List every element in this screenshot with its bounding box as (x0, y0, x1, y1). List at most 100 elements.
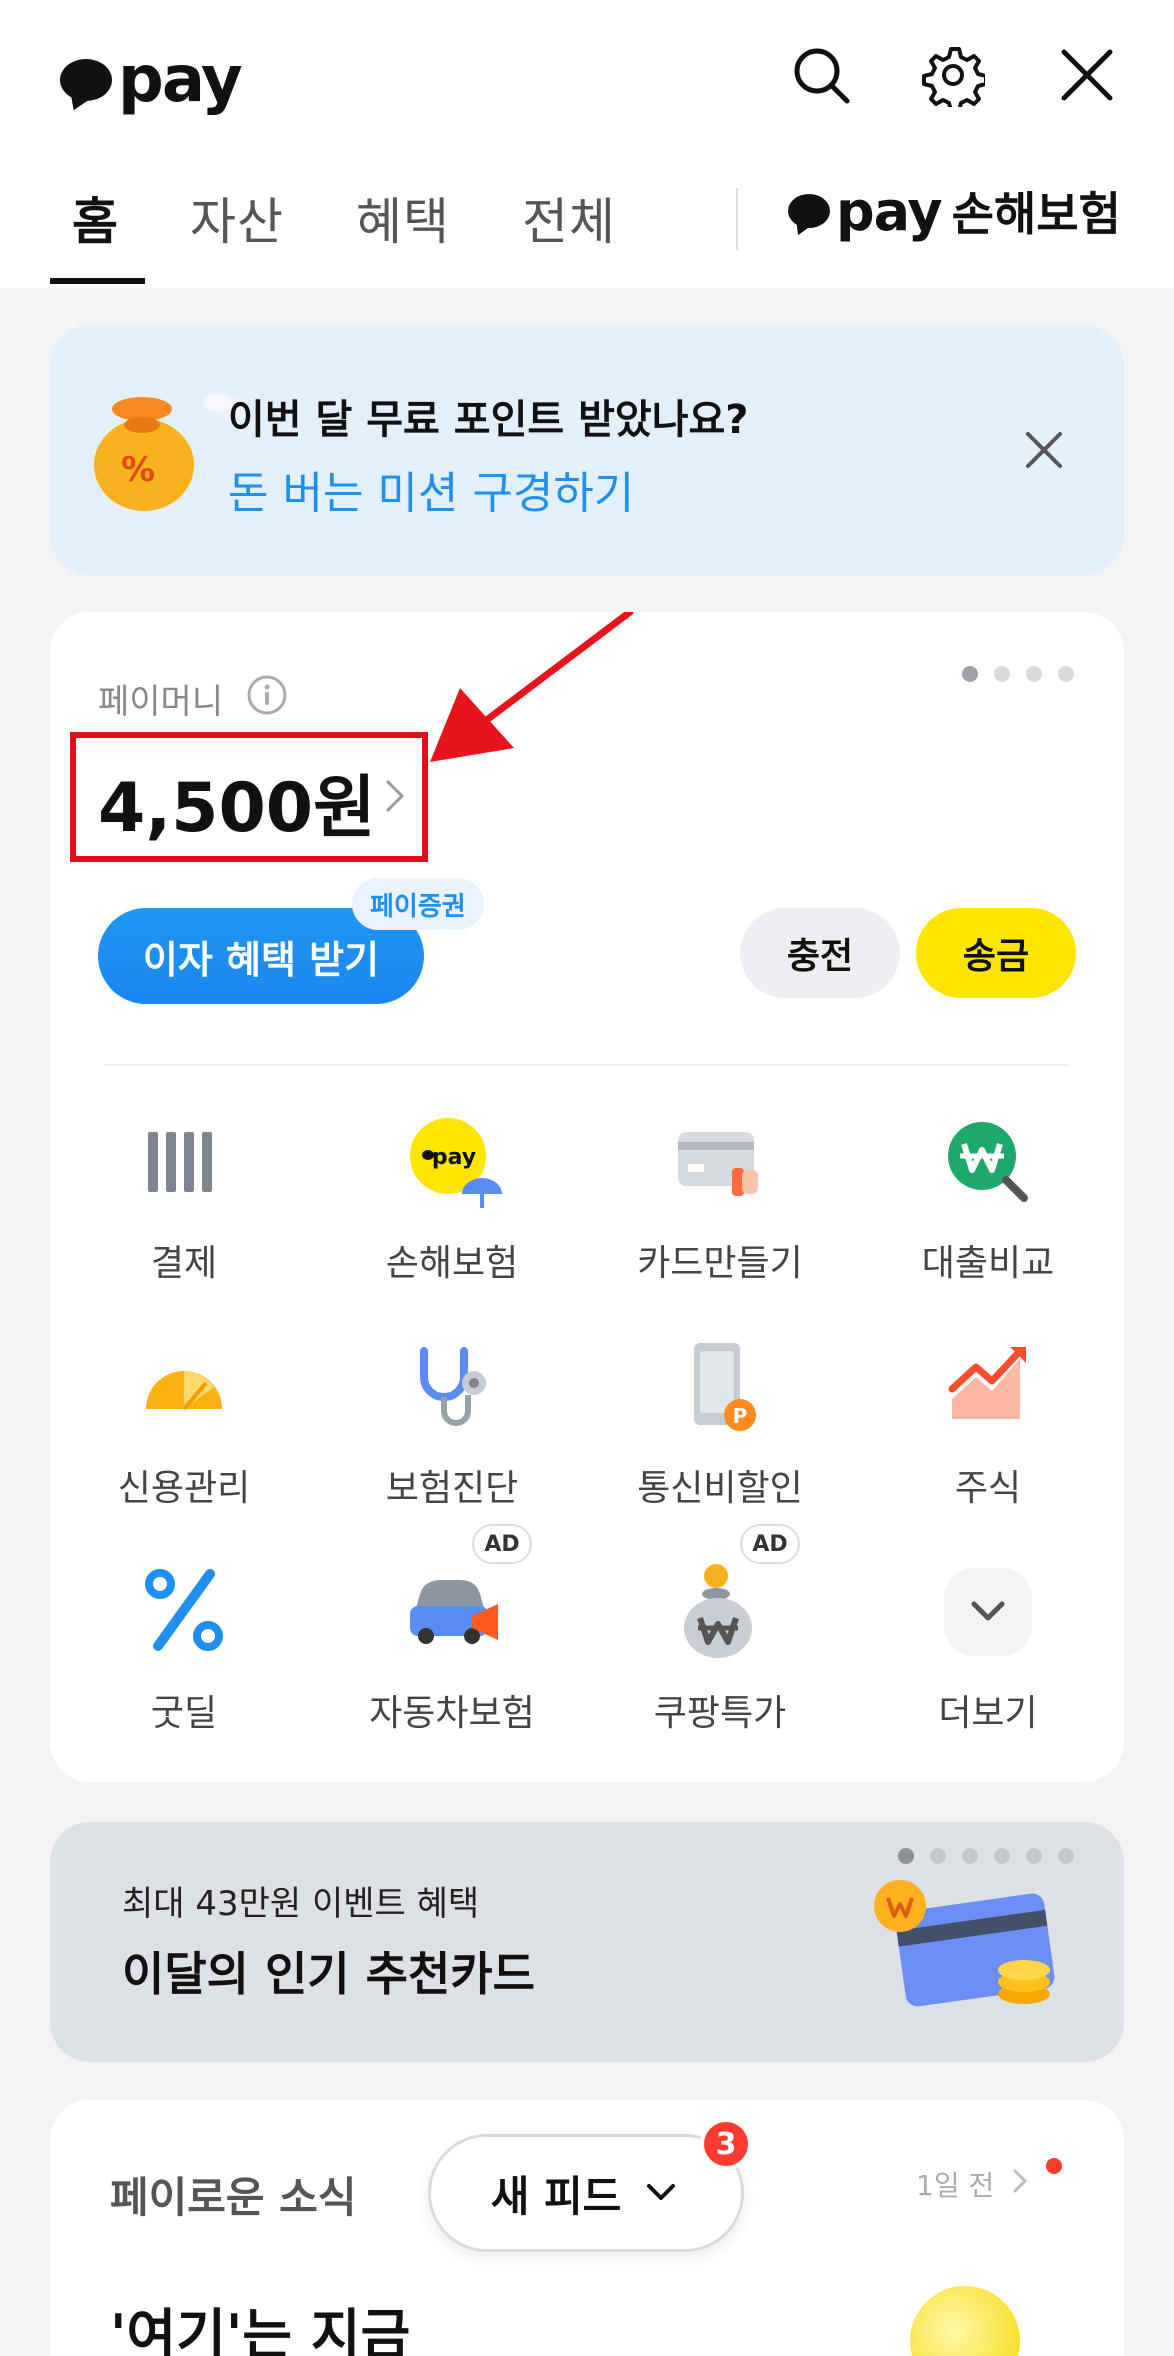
news-timestamp: 1일 전 (916, 2169, 995, 2202)
barcode-icon (148, 1132, 212, 1192)
page-dot[interactable] (994, 666, 1010, 682)
card-promo-banner[interactable]: 최대 43만원 이벤트 혜택 이달의 인기 추천카드 (50, 1822, 1124, 2062)
credit-card-illustration (874, 1880, 1055, 2007)
app-header: pay 홈 자산 혜택 전체 pay 손해보험 (0, 0, 1174, 288)
tab-divider (736, 188, 738, 250)
money-bag-icon: % (94, 394, 248, 511)
tab-assets[interactable]: 자산 (190, 182, 284, 254)
credit-gauge-icon (146, 1371, 222, 1411)
chevron-right-icon[interactable] (1010, 2166, 1030, 2196)
service-insurance-check[interactable]: 보험진단 (318, 1337, 586, 1537)
card-page-dots (962, 666, 1074, 682)
promo-subtitle: 최대 43만원 이벤트 혜택 (122, 1884, 480, 1924)
service-label: 보험진단 (385, 1468, 519, 1509)
new-feed-label: 새 피드 (490, 2171, 622, 2221)
speech-bubble-icon (60, 59, 112, 101)
mission-banner[interactable]: % 이번 달 무료 포인트 받았나요? 돈 버는 미션 구경하기 (50, 325, 1124, 575)
close-icon[interactable] (1052, 40, 1122, 110)
insurance-link-label: 손해보험 (951, 187, 1121, 241)
chevron-down-icon (944, 1568, 1032, 1656)
search-icon[interactable] (786, 40, 856, 110)
service-payment[interactable]: 결제 (50, 1112, 318, 1312)
red-arrow-annotation (430, 612, 634, 762)
charge-button[interactable]: 충전 (740, 908, 900, 998)
news-section-title: 페이로운 소식 (110, 2173, 357, 2222)
logo-text: pay (118, 43, 243, 117)
service-more[interactable]: 더보기 (854, 1562, 1122, 1762)
service-label: 신용관리 (117, 1468, 251, 1509)
unread-dot (1046, 2158, 1062, 2174)
kakaopay-logo[interactable]: pay (60, 40, 243, 120)
tab-home[interactable]: 홈 (72, 182, 119, 254)
service-coupang-deal[interactable]: 쿠팡특가 (586, 1562, 854, 1762)
chevron-down-icon (647, 2184, 676, 2200)
promo-title: 이달의 인기 추천카드 (122, 1947, 535, 2001)
page-dot[interactable] (994, 1848, 1010, 1864)
service-make-card[interactable]: 카드만들기 (586, 1112, 854, 1312)
service-label: 손해보험 (385, 1243, 519, 1284)
speech-bubble-icon (788, 194, 830, 228)
page-dot[interactable] (962, 1848, 978, 1864)
service-stock[interactable]: 주식 (854, 1337, 1122, 1537)
paymoney-card: 페이머니 4,500원 이자 혜택 받기 페이증권 충전 송금 결제 pay 손… (50, 612, 1124, 1782)
car-insurance-icon (410, 1580, 498, 1644)
service-label: 자동차보험 (369, 1693, 535, 1734)
main-tabs: 홈 자산 혜택 전체 pay 손해보험 (0, 170, 1174, 288)
insurance-logo-text: pay (836, 179, 943, 243)
paymoney-balance[interactable]: 4,500원 (98, 752, 376, 851)
service-label: 더보기 (938, 1693, 1038, 1734)
banner-subtitle[interactable]: 돈 버는 미션 구경하기 (228, 457, 634, 521)
banner-title: 이번 달 무료 포인트 받았나요? (228, 397, 749, 443)
page-dot[interactable] (1026, 666, 1042, 682)
send-button[interactable]: 송금 (916, 908, 1076, 998)
stock-chart-icon (948, 1347, 1026, 1419)
chevron-right-icon[interactable] (380, 774, 410, 818)
stethoscope-icon (420, 1347, 486, 1426)
service-label: 쿠팡특가 (653, 1693, 787, 1734)
promo-page-dots (898, 1848, 1074, 1864)
phone-discount-icon: P (694, 1343, 756, 1431)
new-feed-button[interactable]: 새 피드 (428, 2134, 744, 2252)
page-dot[interactable] (1058, 1848, 1074, 1864)
coin-illustration (910, 2286, 1020, 2356)
service-insurance[interactable]: pay 손해보험 (318, 1112, 586, 1312)
loan-compare-icon (948, 1122, 1028, 1202)
tab-benefits[interactable]: 혜택 (356, 182, 450, 254)
divider (104, 1064, 1068, 1066)
service-good-deal[interactable]: 굿딜 (50, 1562, 318, 1762)
service-label: 결제 (150, 1243, 218, 1284)
service-label: 카드만들기 (637, 1243, 803, 1284)
active-tab-indicator (50, 278, 145, 284)
service-label: 통신비할인 (637, 1468, 803, 1509)
bag-percent-glyph: % (121, 450, 155, 490)
card-icon (678, 1132, 758, 1196)
paymoney-label: 페이머니 (98, 682, 224, 722)
service-label: 대출비교 (921, 1243, 1055, 1284)
service-telecom-discount[interactable]: P 통신비할인 (586, 1337, 854, 1537)
tab-all[interactable]: 전체 (522, 182, 616, 254)
percent-icon (145, 1569, 223, 1651)
pay-securities-badge: 페이증권 (352, 878, 484, 930)
page-dot[interactable] (1026, 1848, 1042, 1864)
service-loan-compare[interactable]: 대출비교 (854, 1112, 1122, 1312)
pay-insurance-link[interactable]: pay 손해보험 (788, 178, 1121, 244)
page-dot[interactable] (930, 1848, 946, 1864)
service-label: 굿딜 (150, 1693, 218, 1734)
ad-badge: AD (472, 1524, 532, 1564)
notification-count-badge: 3 (700, 2118, 752, 2170)
news-headline[interactable]: '여기'는 지금 (110, 2290, 410, 2356)
service-label: 주식 (954, 1468, 1022, 1509)
svg-text:P: P (733, 1404, 748, 1428)
pay-insurance-icon: pay (410, 1118, 502, 1208)
svg-text:pay: pay (432, 1145, 476, 1170)
ad-badge: AD (740, 1524, 800, 1564)
money-bag-icon (684, 1564, 752, 1658)
page-dot[interactable] (898, 1848, 914, 1864)
page-dot[interactable] (962, 666, 978, 682)
info-icon[interactable] (246, 674, 288, 716)
service-credit[interactable]: 신용관리 (50, 1337, 318, 1537)
service-car-insurance[interactable]: 자동차보험 (318, 1562, 586, 1762)
close-icon[interactable] (1014, 420, 1074, 480)
page-dot[interactable] (1058, 666, 1074, 682)
gear-icon[interactable] (918, 40, 988, 110)
